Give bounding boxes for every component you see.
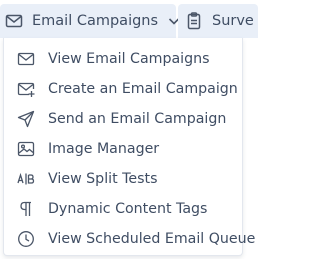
menu-item-view-split-tests[interactable]: View Split Tests [4,164,242,194]
tab-label: Email Campaigns [32,13,159,29]
envelope-plus-icon [17,80,35,98]
paper-plane-icon [17,110,35,128]
menu-item-view-scheduled-email-queue[interactable]: View Scheduled Email Queue [4,224,255,254]
menu-item-label: View Email Campaigns [48,51,210,67]
menu-item-label: Image Manager [48,141,160,157]
menu-item-create-email-campaign[interactable]: Create an Email Campaign [4,74,242,104]
menu-item-label: Create an Email Campaign [48,81,238,97]
clipboard-icon [184,11,204,31]
image-icon [17,140,35,158]
clock-icon [17,230,35,248]
tab-surveys[interactable]: Surve [178,4,258,38]
tab-label: Surve [212,13,254,29]
menu-item-image-manager[interactable]: Image Manager [4,134,242,164]
tab-email-campaigns[interactable]: Email Campaigns [0,4,180,38]
menu-item-label: View Split Tests [48,171,158,187]
pilcrow-icon [17,200,35,218]
menu-item-dynamic-content-tags[interactable]: Dynamic Content Tags [4,194,242,224]
envelope-icon [17,50,35,68]
email-campaigns-dropdown-menu: View Email Campaigns Create an Email Cam… [3,38,255,256]
split-test-ab-icon [17,170,35,188]
menu-item-label: View Scheduled Email Queue [48,231,256,247]
envelope-icon [4,11,24,31]
menu-item-label: Dynamic Content Tags [48,201,208,217]
menu-item-send-email-campaign[interactable]: Send an Email Campaign [4,104,242,134]
top-navigation: Email Campaigns Surve [0,0,258,40]
menu-item-view-email-campaigns[interactable]: View Email Campaigns [4,44,242,74]
menu-item-label: Send an Email Campaign [48,111,227,127]
